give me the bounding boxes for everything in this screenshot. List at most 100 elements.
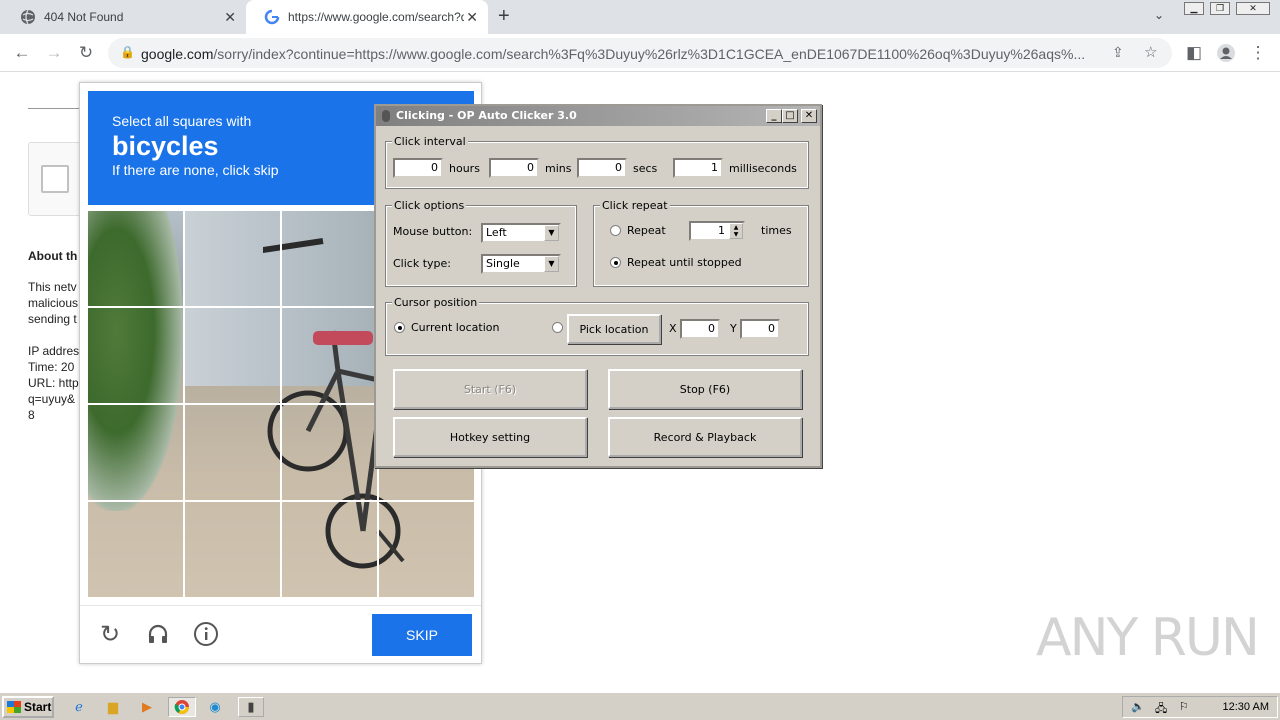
window-title: Clicking - OP Auto Clicker 3.0 <box>396 109 577 122</box>
recaptcha-checkbox[interactable] <box>41 165 69 193</box>
start-button[interactable]: Start <box>2 696 54 718</box>
hours-label: hours <box>449 162 480 175</box>
tab-title: 404 Not Found <box>44 10 124 24</box>
repeat-until-stopped-radio[interactable] <box>610 257 621 268</box>
stop-button[interactable]: Stop (F6) <box>608 369 802 409</box>
forward-icon[interactable]: → <box>42 41 66 65</box>
side-panel-icon[interactable]: ◧ <box>1182 41 1206 65</box>
reload-icon[interactable]: ↻ <box>74 41 98 65</box>
y-label: Y <box>730 322 737 335</box>
star-icon[interactable]: ☆ <box>1144 43 1157 61</box>
pick-location-button[interactable]: Pick location <box>567 314 661 344</box>
dropdown-arrow-icon[interactable]: ▼ <box>544 256 559 272</box>
window-titlebar[interactable]: Clicking - OP Auto Clicker 3.0 _ □ ✕ <box>376 106 820 126</box>
spinner-icon[interactable]: ▲ ▼ <box>729 223 743 239</box>
auto-clicker-taskbar-icon[interactable]: ▮ <box>238 697 264 717</box>
google-icon <box>264 9 280 25</box>
grid-line <box>88 500 474 502</box>
current-location-label: Current location <box>411 321 500 334</box>
mins-label: mins <box>545 162 572 175</box>
cursor-position-label: Cursor position <box>392 296 480 309</box>
start-label: Start <box>24 700 52 714</box>
clock: 12:30 AM <box>1222 701 1269 713</box>
reload-challenge-icon[interactable]: ↻ <box>96 620 124 648</box>
ip-line: IP addres <box>28 344 80 358</box>
close-tab-icon[interactable]: ✕ <box>224 9 236 26</box>
address-bar[interactable]: 🔒 google.com/sorry/index?continue=https:… <box>108 38 1172 68</box>
mins-input[interactable]: 0 <box>489 158 539 178</box>
edge-icon[interactable]: ◉ <box>204 697 226 717</box>
hours-input[interactable]: 0 <box>393 158 443 178</box>
mouse-button-label: Mouse button: <box>393 225 473 238</box>
globe-icon <box>20 9 36 25</box>
taskbar: Start ℯ ▆ ▶ ◉ ▮ 🔈 🖧 ⚐ 12:30 AM <box>0 692 1280 720</box>
back-icon[interactable]: ← <box>10 41 34 65</box>
windows-logo-icon <box>7 701 21 713</box>
pick-location-radio[interactable] <box>552 322 563 333</box>
network-icon[interactable]: 🖧 <box>1155 700 1167 719</box>
close-icon[interactable]: ✕ <box>801 109 817 123</box>
mouse-icon <box>382 110 390 122</box>
chevron-down-icon[interactable]: ⌄ <box>1154 8 1164 22</box>
y-input[interactable]: 0 <box>740 319 780 339</box>
captcha-footer: ↻ SKIP <box>80 605 481 663</box>
click-interval-label: Click interval <box>392 135 468 148</box>
time-line: Time: 20 <box>28 360 75 374</box>
flag-icon[interactable]: ⚐ <box>1179 700 1189 713</box>
click-type-select[interactable]: Single ▼ <box>481 254 561 274</box>
dropdown-arrow-icon[interactable]: ▼ <box>544 225 559 241</box>
secs-input[interactable]: 0 <box>577 158 627 178</box>
ie-icon[interactable]: ℯ <box>68 697 90 717</box>
tab-strip: 404 Not Found ✕ https://www.google.com/s… <box>0 0 1280 34</box>
close-tab-icon[interactable]: ✕ <box>466 9 478 26</box>
url-line-2: q=uyuy& <box>28 392 76 406</box>
url-path: /sorry/index?continue=https://www.google… <box>213 46 1086 62</box>
share-icon[interactable]: ⇪ <box>1112 44 1124 61</box>
media-player-icon[interactable]: ▶ <box>136 697 158 717</box>
repeat-until-stopped-label: Repeat until stopped <box>627 256 742 269</box>
url-line: URL: http <box>28 376 79 390</box>
minimize-icon[interactable]: _ <box>766 109 782 123</box>
milliseconds-label: milliseconds <box>729 162 797 175</box>
about-line-1: This netv <box>28 280 77 294</box>
profile-icon[interactable] <box>1214 41 1238 65</box>
about-heading: About th <box>28 249 78 263</box>
close-window-icon[interactable]: ✕ <box>1236 2 1270 15</box>
new-tab-icon[interactable]: + <box>498 5 510 28</box>
maximize-icon[interactable]: □ <box>782 109 798 123</box>
skip-button[interactable]: SKIP <box>372 614 472 656</box>
secs-label: secs <box>633 162 658 175</box>
record-playback-button[interactable]: Record & Playback <box>608 417 802 457</box>
menu-icon[interactable]: ⋮ <box>1246 41 1270 65</box>
folder-icon[interactable]: ▆ <box>102 697 124 717</box>
lock-icon: 🔒 <box>120 45 135 59</box>
hotkey-setting-button[interactable]: Hotkey setting <box>393 417 587 457</box>
system-tray: 🔈 🖧 ⚐ 12:30 AM <box>1122 696 1278 718</box>
current-location-radio[interactable] <box>394 322 405 333</box>
x-label: X <box>669 322 677 335</box>
tab-404[interactable]: 404 Not Found ✕ <box>2 0 246 34</box>
tab-google[interactable]: https://www.google.com/search?q= ✕ <box>246 0 488 34</box>
chrome-icon[interactable] <box>168 697 196 717</box>
url-line-3: 8 <box>28 408 35 422</box>
info-icon[interactable] <box>192 620 220 648</box>
about-line-2: malicious <box>28 296 79 310</box>
repeat-radio[interactable] <box>610 225 621 236</box>
volume-icon[interactable]: 🔈 <box>1131 700 1145 713</box>
mouse-button-select[interactable]: Left ▼ <box>481 223 561 243</box>
click-options-label: Click options <box>392 199 467 212</box>
mouse-button-value: Left <box>486 226 507 239</box>
repeat-label: Repeat <box>627 224 666 237</box>
x-input[interactable]: 0 <box>680 319 720 339</box>
minimize-icon[interactable]: ▁ <box>1184 2 1204 15</box>
milliseconds-input[interactable]: 1 <box>673 158 723 178</box>
click-type-value: Single <box>486 257 520 270</box>
audio-challenge-icon[interactable] <box>144 620 172 648</box>
start-button[interactable]: Start (F6) <box>393 369 587 409</box>
about-line-3: sending t <box>28 312 77 326</box>
browser-toolbar: ← → ↻ 🔒 google.com/sorry/index?continue=… <box>0 34 1280 72</box>
click-type-label: Click type: <box>393 257 451 270</box>
click-options-group <box>385 205 577 287</box>
restore-icon[interactable]: ❐ <box>1210 2 1230 15</box>
tab-title: https://www.google.com/search?q= <box>288 10 464 24</box>
